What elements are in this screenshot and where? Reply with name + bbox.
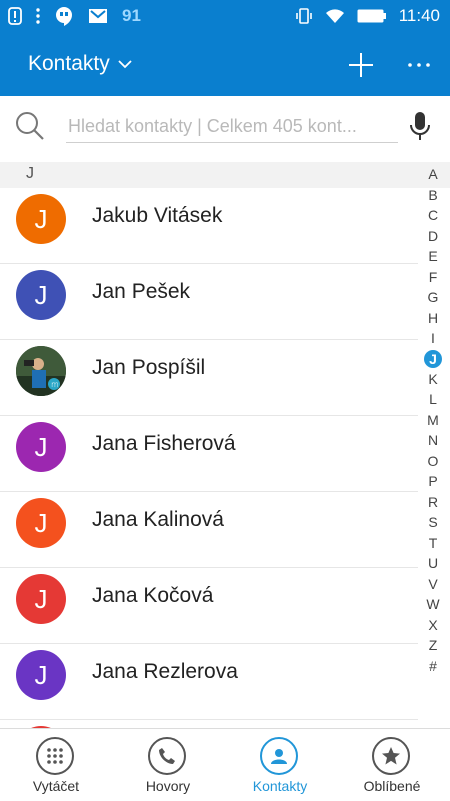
phone-icon (148, 737, 186, 775)
contact-name: Jana Kočová (92, 584, 214, 607)
contact-row[interactable]: J Jana Kočová (0, 568, 418, 644)
contact-name: Jana Fisherová (92, 432, 236, 455)
alphabet-index-letter[interactable]: X (423, 615, 443, 636)
clock: 11:40 (398, 6, 440, 25)
contact-row[interactable]: J Jan Pešek (0, 264, 418, 340)
alphabet-index-letter[interactable]: G (423, 287, 443, 308)
avatar: J (16, 650, 66, 700)
alphabet-index-letter[interactable]: P (423, 471, 443, 492)
section-header: J (0, 162, 450, 188)
tab-label: Oblíbené (363, 778, 421, 794)
tab-label: Vytáčet (32, 778, 80, 794)
alphabet-index-letter[interactable]: S (423, 512, 443, 533)
profile-photo-icon: m (16, 346, 66, 396)
contact-name: Jan Pospíšil (92, 356, 206, 379)
alphabet-index-letter[interactable]: U (423, 553, 443, 574)
tab-label: Kontakty (252, 778, 308, 794)
alphabet-index-letter[interactable]: N (423, 430, 443, 451)
search-input[interactable] (66, 110, 398, 143)
vibrate-icon (295, 8, 312, 24)
svg-text:m: m (51, 380, 59, 389)
tab-calls[interactable]: Hovory (112, 729, 224, 801)
alphabet-index-letter[interactable]: D (423, 226, 443, 247)
avatar: J (16, 194, 66, 244)
avatar: J (16, 498, 66, 548)
alphabet-index-letter[interactable]: M (423, 410, 443, 431)
contact-row[interactable]: J Jakub Vitásek (0, 188, 418, 264)
microphone-icon[interactable] (408, 110, 432, 142)
bottom-navigation: Vytáčet Hovory Kontakty Oblíbené (0, 728, 450, 800)
alphabet-index[interactable]: A B C D E F G H I J K L M N O P R S T U V W X Z # (420, 164, 446, 676)
hangouts-icon (56, 7, 72, 26)
app-bar: Kontakty (0, 32, 450, 96)
contact-row[interactable]: J Jana Kalinová (0, 492, 418, 568)
alphabet-index-letter[interactable]: V (423, 574, 443, 595)
alphabet-index-letter[interactable]: T (423, 533, 443, 554)
battery-icon (357, 9, 386, 23)
add-contact-button[interactable] (346, 50, 376, 80)
avatar: J (16, 270, 66, 320)
search-bar (0, 96, 450, 162)
notification-count: 91 (122, 6, 141, 25)
tab-label: Hovory (145, 778, 191, 794)
tab-favorites[interactable]: Oblíbené (336, 729, 448, 801)
avatar-photo: m (16, 346, 66, 396)
more-options-button[interactable] (404, 50, 434, 80)
contact-list: J Jakub Vitásek J Jan Pešek m Jan Pospíš… (0, 188, 418, 728)
alphabet-index-letter[interactable]: W (423, 594, 443, 615)
tab-contacts[interactable]: Kontakty (224, 729, 336, 801)
search-icon (16, 112, 44, 140)
alphabet-index-letter[interactable]: R (423, 492, 443, 513)
alphabet-index-letter[interactable]: K (423, 369, 443, 390)
avatar: J (16, 574, 66, 624)
contact-name: Jakub Vitásek (92, 204, 223, 227)
alphabet-index-letter[interactable]: O (423, 451, 443, 472)
page-title: Kontakty (28, 52, 110, 75)
contact-row[interactable]: J Jana Rezlerova (0, 644, 418, 720)
alphabet-index-letter[interactable]: Z (423, 635, 443, 656)
contact-name: Jana Kalinová (92, 508, 224, 531)
tab-dialer[interactable]: Vytáčet (0, 729, 112, 801)
alphabet-index-letter[interactable]: J (424, 349, 442, 368)
wifi-icon (325, 9, 344, 23)
alphabet-index-letter[interactable]: A (423, 164, 443, 185)
alphabet-index-letter[interactable]: L (423, 389, 443, 410)
contact-name: Jana Rezlerova (92, 660, 238, 683)
alphabet-index-letter[interactable]: # (423, 656, 443, 677)
contact-name: Jan Pešek (92, 280, 191, 303)
contact-row[interactable]: J Jana Fisherová (0, 416, 418, 492)
gmail-icon (89, 9, 107, 23)
dialpad-icon (36, 737, 74, 775)
contact-row[interactable]: m Jan Pospíšil (0, 340, 418, 416)
alphabet-index-letter[interactable]: B (423, 185, 443, 206)
star-icon (372, 737, 410, 775)
notification-alert-icon (8, 7, 22, 25)
avatar: J (16, 422, 66, 472)
alphabet-index-letter[interactable]: I (423, 328, 443, 349)
alphabet-index-letter[interactable]: C (423, 205, 443, 226)
section-letter: J (26, 165, 34, 182)
overflow-dots-icon (36, 8, 40, 24)
alphabet-index-letter[interactable]: E (423, 246, 443, 267)
contact-row[interactable] (0, 720, 418, 728)
alphabet-index-letter[interactable]: H (423, 308, 443, 329)
chevron-down-icon (118, 60, 132, 69)
alphabet-index-letter[interactable]: F (423, 267, 443, 288)
person-icon (260, 737, 298, 775)
contacts-dropdown[interactable]: Kontakty (28, 32, 132, 96)
status-bar: 91 11:40 (0, 0, 450, 32)
